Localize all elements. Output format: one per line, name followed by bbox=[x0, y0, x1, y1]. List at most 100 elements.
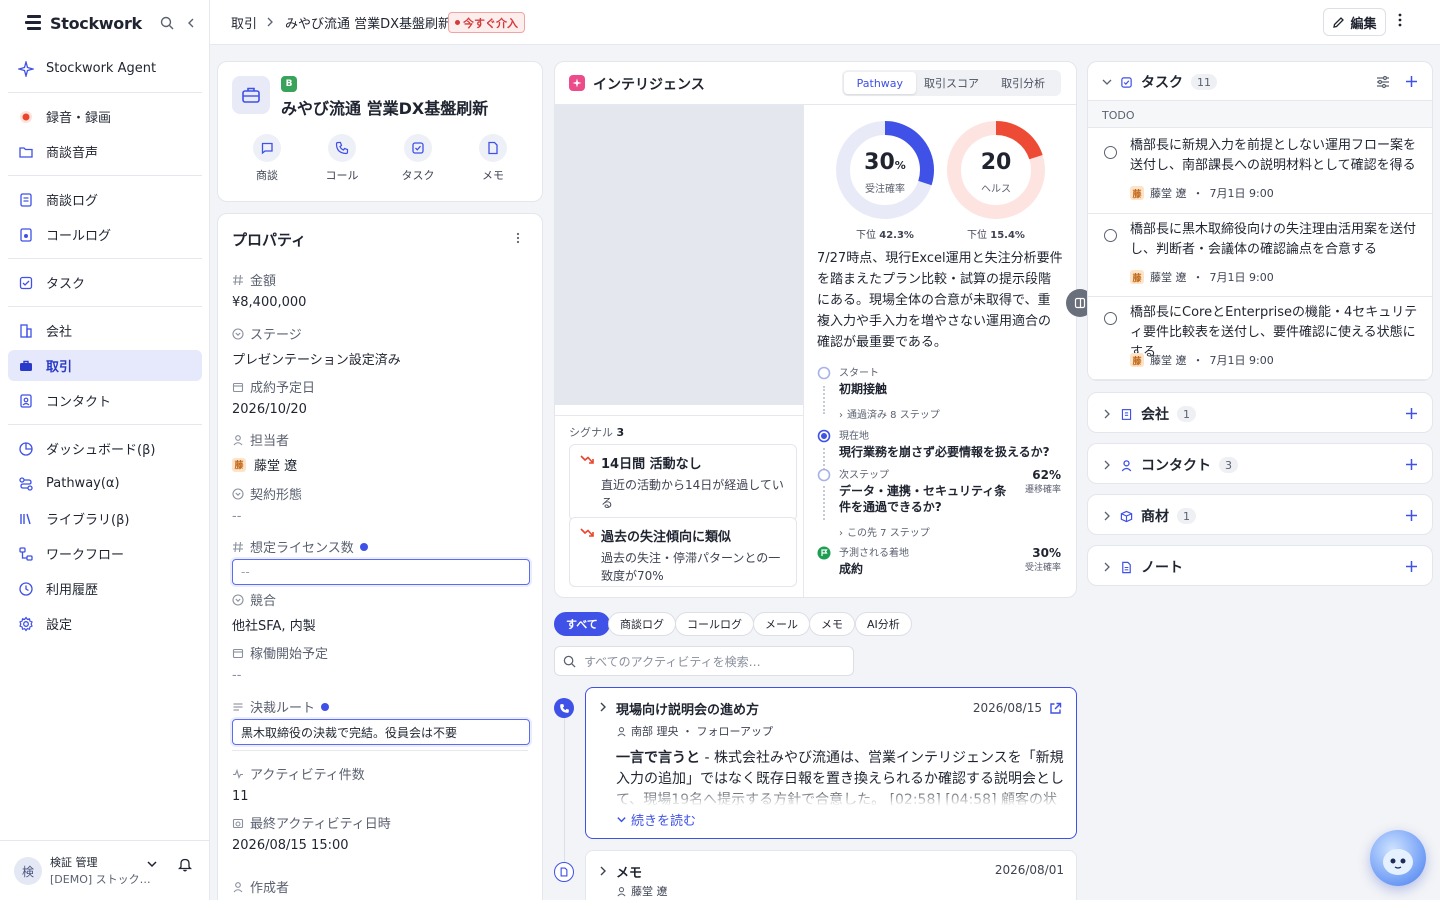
sidebar-item-history[interactable]: 利用履歴 bbox=[8, 573, 202, 604]
circle-outline-icon bbox=[817, 366, 831, 380]
folder-icon bbox=[18, 144, 34, 160]
quick-action-memo[interactable]: メモ bbox=[463, 134, 523, 183]
sidebar-item-contacts[interactable]: コンタクト bbox=[8, 385, 202, 416]
passed-steps-toggle[interactable]: › 通過済み 8 ステップ bbox=[839, 406, 940, 421]
filter-meeting-log[interactable]: 商談ログ bbox=[608, 612, 676, 636]
search-icon[interactable] bbox=[160, 16, 174, 30]
sidebar-item-tasks[interactable]: タスク bbox=[8, 267, 202, 298]
task-item[interactable]: 橋部長に黒木取締役向けの失注理由活用案を送付し、判断者・会議体の確認論点を合意す… bbox=[1088, 214, 1432, 297]
add-task-icon[interactable] bbox=[1405, 75, 1418, 88]
add-contact-icon[interactable] bbox=[1405, 458, 1418, 471]
prop-license-count[interactable]: 想定ライセンス数 -- bbox=[232, 537, 530, 585]
signal-title: 過去の失注傾向に類似 bbox=[601, 530, 732, 545]
activity-card[interactable]: 現場向け説明会の進め方 2026/08/15 南部 理央 ・ フォローアップ 一… bbox=[585, 687, 1077, 839]
add-company-icon[interactable] bbox=[1405, 407, 1418, 420]
sidebar-item-audio[interactable]: 商談音声 bbox=[8, 136, 202, 167]
tasks-header[interactable]: タスク 11 bbox=[1102, 72, 1217, 92]
prop-contract[interactable]: 契約形態 -- bbox=[232, 484, 530, 524]
task-checkbox[interactable] bbox=[1104, 312, 1117, 325]
sidebar-item-label: タスク bbox=[46, 277, 86, 292]
section-company[interactable]: 会社 1 bbox=[1087, 392, 1433, 433]
bell-icon[interactable] bbox=[178, 857, 192, 872]
filter-memo[interactable]: メモ bbox=[809, 612, 855, 636]
filter-email[interactable]: メール bbox=[753, 612, 810, 636]
filter-ai-analysis[interactable]: AI分析 bbox=[855, 612, 912, 636]
ahead-steps-toggle[interactable]: › この先 7 ステップ bbox=[839, 524, 930, 539]
library-icon bbox=[18, 511, 34, 527]
quick-action-task[interactable]: タスク bbox=[388, 134, 448, 183]
approval-route-input[interactable]: 黒木取締役の決裁で完結。役員会は不要 bbox=[232, 719, 530, 745]
prop-label: 想定ライセンス数 bbox=[250, 541, 354, 556]
task-item[interactable]: 橋部長に新規入力を前提としない運用フロー案を送付し、南部課長への説明材料として確… bbox=[1088, 130, 1432, 214]
task-checkbox[interactable] bbox=[1104, 146, 1117, 159]
chevron-right-icon[interactable] bbox=[598, 866, 608, 876]
activity-search-input[interactable]: すべてのアクティビティを検索… bbox=[554, 646, 854, 676]
prop-close-date[interactable]: 成約予定日 2026/10/20 bbox=[232, 377, 530, 417]
sidebar-item-companies[interactable]: 会社 bbox=[8, 315, 202, 346]
section-notes[interactable]: ノート bbox=[1087, 545, 1433, 586]
edit-button[interactable]: 編集 bbox=[1323, 8, 1386, 36]
tab-deal-analysis[interactable]: 取引分析 bbox=[987, 72, 1059, 94]
pathway-graph-area[interactable] bbox=[555, 105, 803, 405]
sidebar-item-meeting-log[interactable]: 商談ログ bbox=[8, 184, 202, 215]
brand[interactable]: Stockwork bbox=[24, 12, 142, 34]
sidebar-item-settings[interactable]: 設定 bbox=[8, 608, 202, 639]
sidebar-item-deals[interactable]: 取引 bbox=[8, 350, 202, 381]
add-product-icon[interactable] bbox=[1405, 509, 1418, 522]
signal-card[interactable]: 14日間 活動なし 直近の活動から14日が経過している bbox=[569, 444, 797, 521]
user-org: [DEMO] ストック… bbox=[50, 873, 151, 886]
calendar-icon bbox=[232, 381, 244, 393]
prop-golive[interactable]: 稼働開始予定 -- bbox=[232, 643, 530, 683]
sidebar-item-dashboard[interactable]: ダッシュボード(β) bbox=[8, 433, 202, 464]
activity-card[interactable]: メモ 2026/08/01 藤堂 遼 bbox=[585, 850, 1077, 900]
tab-pathway[interactable]: Pathway bbox=[844, 72, 916, 94]
deal-card: B みやび流通 営業DX基盤刷新 商談 コール タスク メモ bbox=[217, 61, 543, 202]
win-probability-value: 30% bbox=[835, 150, 935, 175]
section-contacts[interactable]: コンタクト 3 bbox=[1087, 443, 1433, 484]
collapse-sidebar-icon[interactable] bbox=[184, 16, 198, 30]
health-label: ヘルス bbox=[981, 184, 1011, 195]
prop-amount[interactable]: 金額 ¥8,400,000 bbox=[232, 270, 530, 310]
chevron-down-icon[interactable] bbox=[146, 858, 158, 870]
prop-competitor[interactable]: 競合 他社SFA, 内製 bbox=[232, 590, 530, 634]
sidebar-item-label: Stockwork Agent bbox=[46, 61, 157, 76]
section-products[interactable]: 商材 1 bbox=[1087, 494, 1433, 535]
building-icon bbox=[1120, 408, 1133, 421]
filter-sliders-icon[interactable] bbox=[1376, 75, 1390, 89]
sidebar-item-agent[interactable]: Stockwork Agent bbox=[8, 53, 202, 84]
add-note-icon[interactable] bbox=[1405, 560, 1418, 573]
prop-owner[interactable]: 担当者 藤藤堂 遼 bbox=[232, 430, 530, 474]
prop-stage[interactable]: ステージ プレゼンテーション設定済み bbox=[232, 324, 530, 368]
more-vertical-icon[interactable] bbox=[516, 232, 520, 244]
tab-deal-score[interactable]: 取引スコア bbox=[916, 72, 988, 94]
read-more-link[interactable]: 続きを読む bbox=[616, 810, 696, 829]
license-count-input[interactable]: -- bbox=[232, 559, 530, 585]
external-link-icon[interactable] bbox=[1049, 702, 1062, 715]
required-dot bbox=[321, 702, 330, 711]
prop-value: 2026/10/20 bbox=[232, 402, 307, 417]
sidebar-item-recording[interactable]: 録音・録画 bbox=[8, 101, 202, 132]
task-due: 7月1日 9:00 bbox=[1209, 271, 1274, 284]
signal-card[interactable]: 過去の失注傾向に類似 過去の失注・停滞パターンとの一致度が70% bbox=[569, 517, 797, 587]
chevron-right-icon[interactable] bbox=[598, 702, 608, 712]
task-checkbox[interactable] bbox=[1104, 229, 1117, 242]
assistant-mascot-button[interactable] bbox=[1370, 830, 1426, 886]
pathway-icon bbox=[18, 476, 34, 492]
sidebar-item-library[interactable]: ライブラリ(β) bbox=[8, 503, 202, 534]
breadcrumb-root[interactable]: 取引 bbox=[231, 13, 257, 32]
text-lines-icon bbox=[232, 701, 244, 713]
prop-approval[interactable]: 決裁ルート 黒木取締役の決裁で完結。役員会は不要 bbox=[232, 697, 530, 745]
user-menu[interactable]: 検 検証 管理 [DEMO] ストック… bbox=[0, 840, 209, 900]
quick-action-call[interactable]: コール bbox=[312, 134, 372, 183]
sidebar-item-call-log[interactable]: コールログ bbox=[8, 219, 202, 250]
sidebar-item-pathway[interactable]: Pathway(α) bbox=[8, 468, 202, 499]
prop-label: 担当者 bbox=[250, 434, 290, 449]
filter-all[interactable]: すべて bbox=[554, 612, 610, 636]
quick-action-meeting[interactable]: 商談 bbox=[237, 134, 297, 183]
more-vertical-icon[interactable] bbox=[1398, 12, 1402, 28]
activity-icon bbox=[232, 768, 244, 780]
task-item[interactable]: 橋部長にCoreとEnterpriseの機能・4セキュリティ要件比較表を送付し、… bbox=[1088, 297, 1432, 380]
sidebar-item-workflow[interactable]: ワークフロー bbox=[8, 538, 202, 569]
signal-desc: 過去の失注・停滞パターンとの一致度が70% bbox=[601, 551, 781, 583]
filter-call-log[interactable]: コールログ bbox=[675, 612, 754, 636]
